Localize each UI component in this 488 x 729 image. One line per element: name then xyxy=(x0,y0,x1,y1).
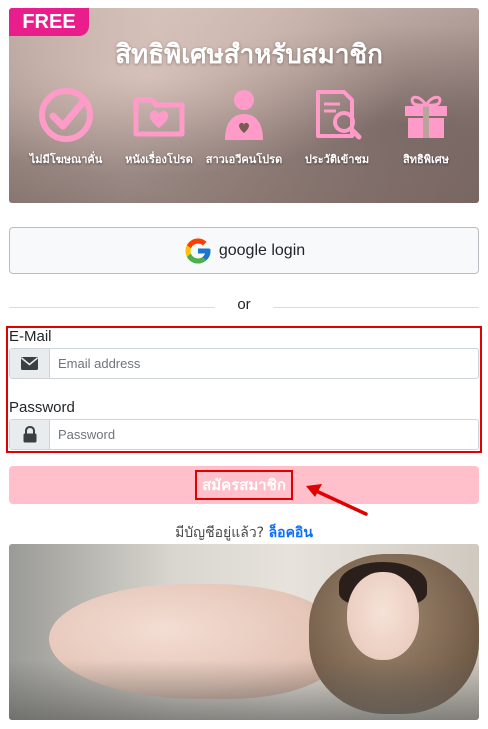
lock-icon xyxy=(10,420,50,449)
email-label: E-Mail xyxy=(9,328,52,345)
feature-favorite-actress: สาวเอวีคนโปรด xyxy=(199,86,289,168)
member-benefits-banner: FREE สิทธิพิเศษสำหรับสมาชิก ไม่มีโฆษณาคั… xyxy=(9,8,479,203)
feature-no-ads: ไม่มีโฆษณาคั่น xyxy=(21,86,111,168)
feature-special-privileges: สิทธิพิเศษ xyxy=(381,86,471,168)
feature-label: สาวเอวีคนโปรด xyxy=(205,153,283,166)
feature-view-history: ประวัติเข้าชม xyxy=(292,86,382,168)
google-login-button[interactable]: google login xyxy=(9,227,479,274)
feature-label: ประวัติเข้าชม xyxy=(304,153,370,166)
password-label: Password xyxy=(9,399,75,416)
feature-label: สิทธิพิเศษ xyxy=(403,153,449,166)
feature-favorite-movies: หนังเรื่องโปรด xyxy=(114,86,204,168)
divider-line-right xyxy=(273,307,479,308)
login-prompt: มีบัญชีอยู่แล้ว? ล็อคอิน xyxy=(0,522,488,544)
person-heart-icon xyxy=(225,90,263,140)
gift-icon xyxy=(405,95,447,138)
register-button[interactable]: สมัครสมาชิก xyxy=(9,466,479,504)
password-input[interactable] xyxy=(50,420,478,449)
divider-or-text: or xyxy=(237,296,251,313)
email-input-group xyxy=(9,348,479,379)
google-login-label: google login xyxy=(218,241,306,259)
free-badge: FREE xyxy=(9,8,89,36)
history-document-icon xyxy=(316,90,362,140)
feature-label: หนังเรื่องโปรด xyxy=(125,153,193,166)
password-input-group xyxy=(9,419,479,450)
envelope-icon xyxy=(10,349,50,378)
red-arrow-annotation xyxy=(306,484,368,516)
login-prompt-text: มีบัญชีอยู่แล้ว? xyxy=(175,525,265,541)
login-link[interactable]: ล็อคอิน xyxy=(269,525,313,541)
register-button-label: สมัครสมาชิก xyxy=(195,470,293,500)
feature-label: ไม่มีโฆษณาคั่น xyxy=(29,153,103,166)
heart-folder-icon xyxy=(133,97,185,137)
google-logo-icon xyxy=(185,238,211,263)
divider-line-left xyxy=(9,307,215,308)
promo-photo[interactable] xyxy=(9,544,479,720)
email-input[interactable] xyxy=(50,349,478,378)
check-circle-icon xyxy=(39,88,93,142)
banner-title: สิทธิพิเศษสำหรับสมาชิก xyxy=(115,40,383,70)
